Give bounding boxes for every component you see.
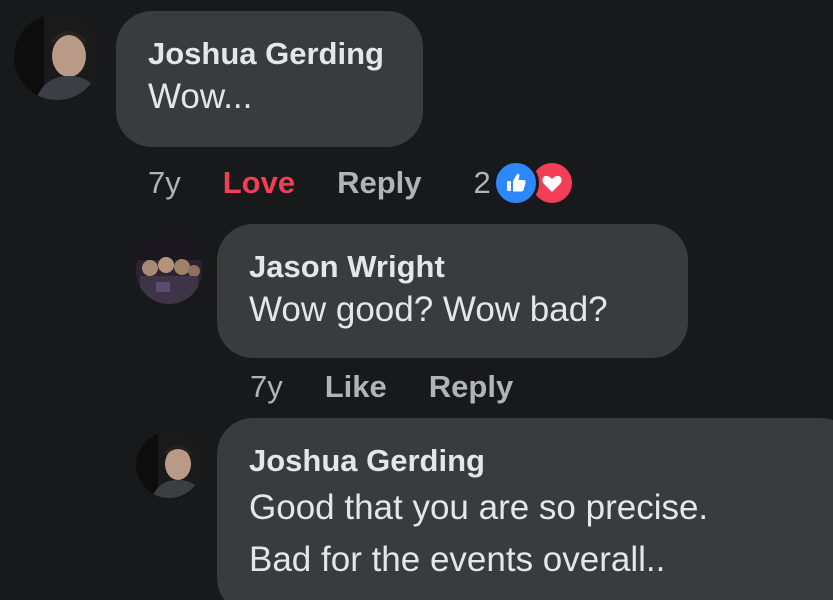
comment-author[interactable]: Joshua Gerding — [148, 37, 423, 71]
like-icon — [492, 160, 539, 206]
comment-author[interactable]: Jason Wright — [249, 250, 688, 284]
comment-bubble: Joshua Gerding Good that you are so prec… — [217, 418, 833, 600]
like-button[interactable]: Like — [325, 369, 387, 405]
comment-actions: 7y Like Reply — [250, 364, 513, 410]
comment-text-line: Good that you are so precise. — [249, 488, 709, 527]
comment-text: Wow good? Wow bad? — [249, 290, 608, 329]
comment-text: Wow... — [148, 77, 253, 116]
avatar[interactable] — [136, 432, 202, 498]
comment-timestamp[interactable]: 7y — [250, 369, 283, 405]
comment-text-line: Bad for the events overall.. — [249, 540, 666, 579]
avatar[interactable] — [136, 238, 202, 304]
comment-author[interactable]: Joshua Gerding — [249, 444, 833, 478]
comment-thread: Joshua Gerding Wow... 7y Love Reply 2 Ja… — [0, 0, 833, 600]
comment-bubble: Jason Wright Wow good? Wow bad? — [217, 224, 688, 358]
reply-button[interactable]: Reply — [337, 165, 421, 201]
avatar[interactable] — [14, 14, 100, 100]
reply-button[interactable]: Reply — [429, 369, 513, 405]
reaction-summary[interactable]: 2 — [474, 160, 575, 206]
comment-actions: 7y Love Reply 2 — [148, 160, 575, 206]
reaction-count: 2 — [473, 165, 491, 200]
comment-timestamp[interactable]: 7y — [148, 165, 181, 201]
love-reaction-button[interactable]: Love — [223, 165, 295, 201]
comment-bubble: Joshua Gerding Wow... — [116, 11, 423, 147]
